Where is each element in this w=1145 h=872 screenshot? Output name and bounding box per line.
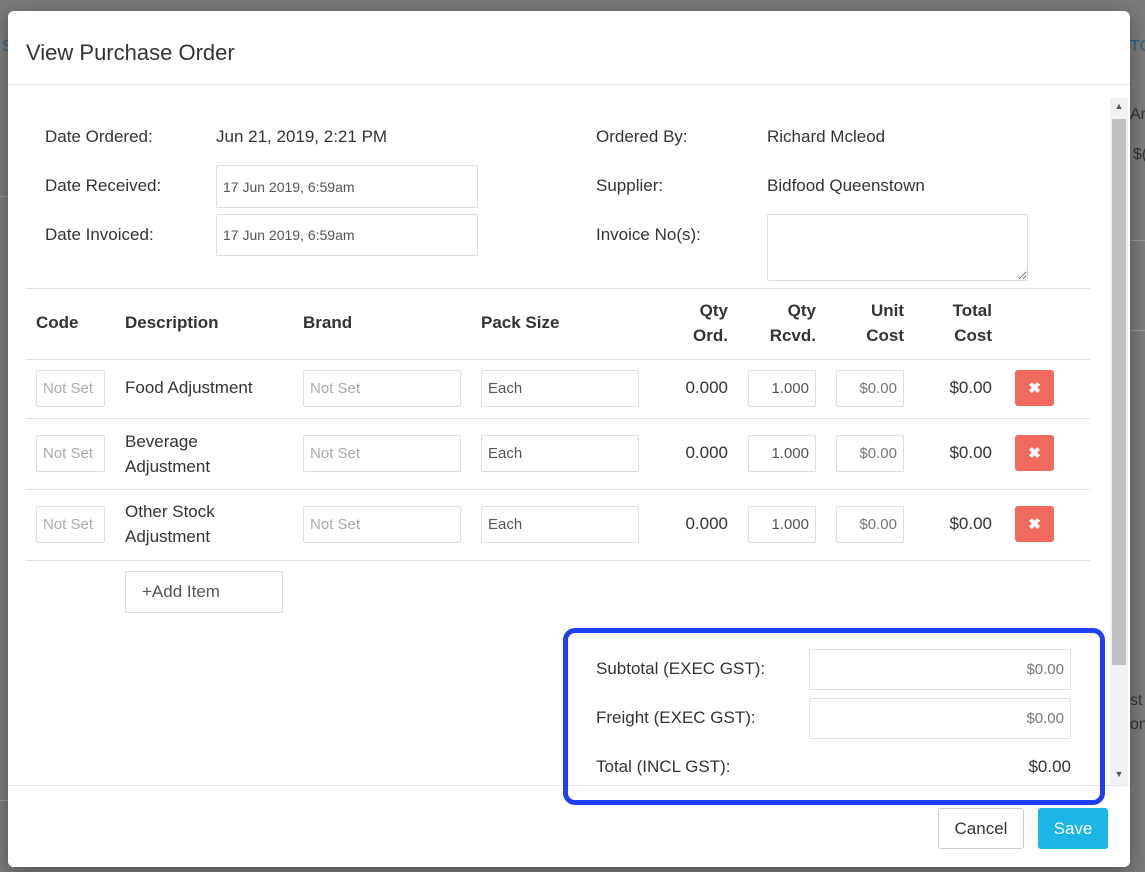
unit-cost-input[interactable]: $0.00 [836,370,904,407]
code-input[interactable]: Not Set [36,370,105,407]
close-icon: ✖ [1028,380,1041,397]
description-text: Beverage Adjustment [125,429,210,479]
code-input[interactable]: Not Set [36,435,105,472]
close-icon: ✖ [1028,516,1041,533]
background-fragment: TO [1130,38,1145,55]
header-unit-cost-line2: Cost [866,326,904,345]
description-line: Adjustment [125,527,211,546]
header-qty-ord: Qty Ord. [668,298,728,348]
header-unit-cost: Unit Cost [844,298,904,348]
header-qty-rcvd-line1: Qty [787,301,816,320]
cancel-button[interactable]: Cancel [938,808,1024,849]
header-qty-ord-line1: Qty [699,301,728,320]
scrollbar-thumb[interactable] [1112,119,1126,665]
background-divider [1130,240,1145,241]
header-total-cost-line1: Total [952,301,992,320]
background-fragment: st [1130,692,1143,709]
description-line: Beverage [125,432,198,451]
background-fragment: An [1130,106,1145,123]
brand-input[interactable]: Not Set [303,435,461,472]
date-received-input[interactable]: 17 Jun 2019, 6:59am [216,165,478,208]
code-input[interactable]: Not Set [36,506,105,543]
total-cost-value: $0.00 [949,514,992,533]
date-ordered-label: Date Ordered: [45,127,153,146]
background-divider [1130,330,1145,331]
unit-cost-input[interactable]: $0.00 [836,506,904,543]
qty-rcvd-input[interactable]: 1.000 [748,435,816,472]
unit-cost-input[interactable]: $0.00 [836,435,904,472]
header-brand: Brand [303,313,353,332]
background-fragment: on [1130,716,1145,733]
add-item-button[interactable]: +Add Item [125,571,283,613]
total-cost-value: $0.00 [949,443,992,462]
description-line: Food Adjustment [125,378,253,397]
description-line: Adjustment [125,457,211,476]
description-text: Food Adjustment [125,375,253,400]
details-divider [26,288,1090,289]
modal-header: View Purchase Order [8,11,1130,85]
background-divider [0,196,8,197]
description-text: Other Stock Adjustment [125,499,215,549]
brand-input[interactable]: Not Set [303,506,461,543]
header-description: Description [125,313,219,332]
save-button[interactable]: Save [1038,808,1108,849]
date-invoiced-label: Date Invoiced: [45,225,154,244]
total-cost-value: $0.00 [949,378,992,397]
header-unit-cost-line1: Unit [870,301,904,320]
header-total-cost-line2: Cost [954,326,992,345]
supplier-value: Bidfood Queenstown [767,176,925,195]
row-divider [26,418,1090,419]
date-received-label: Date Received: [45,176,162,195]
invoice-number-textarea[interactable] [767,214,1028,281]
pack-size-input[interactable]: Each [481,506,639,543]
close-icon: ✖ [1028,445,1041,462]
delete-row-button[interactable]: ✖ [1015,506,1054,542]
background-fragment: $( [1133,146,1145,163]
ordered-by-value: Richard Mcleod [767,127,886,146]
qty-ord-value: 0.000 [685,378,728,397]
qty-ord-value: 0.000 [685,514,728,533]
modal-title: View Purchase Order [26,40,235,65]
header-divider [26,359,1090,360]
qty-rcvd-input[interactable]: 1.000 [748,370,816,407]
totals-highlight-box [563,628,1105,805]
date-ordered-value: Jun 21, 2019, 2:21 PM [216,127,388,146]
pack-size-input[interactable]: Each [481,370,639,407]
qty-ord-value: 0.000 [685,443,728,462]
qty-rcvd-input[interactable]: 1.000 [748,506,816,543]
background-divider [0,800,8,801]
pack-size-input[interactable]: Each [481,435,639,472]
scroll-up-arrow-icon[interactable]: ▲ [1112,101,1126,111]
row-divider [26,560,1090,561]
scroll-down-arrow-icon[interactable]: ▼ [1112,769,1126,779]
header-qty-ord-line2: Ord. [693,326,728,345]
supplier-label: Supplier: [596,176,664,195]
ordered-by-label: Ordered By: [596,127,688,146]
date-invoiced-input[interactable]: 17 Jun 2019, 6:59am [216,214,478,256]
delete-row-button[interactable]: ✖ [1015,435,1054,471]
row-divider [26,489,1090,490]
header-code: Code [36,313,79,332]
header-qty-rcvd-line2: Rcvd. [769,326,816,345]
delete-row-button[interactable]: ✖ [1015,370,1054,406]
header-pack-size: Pack Size [481,313,560,332]
description-line: Other Stock [125,502,215,521]
header-total-cost: Total Cost [932,298,992,348]
header-qty-rcvd: Qty Rcvd. [756,298,816,348]
invoice-number-label: Invoice No(s): [596,225,701,244]
brand-input[interactable]: Not Set [303,370,461,407]
